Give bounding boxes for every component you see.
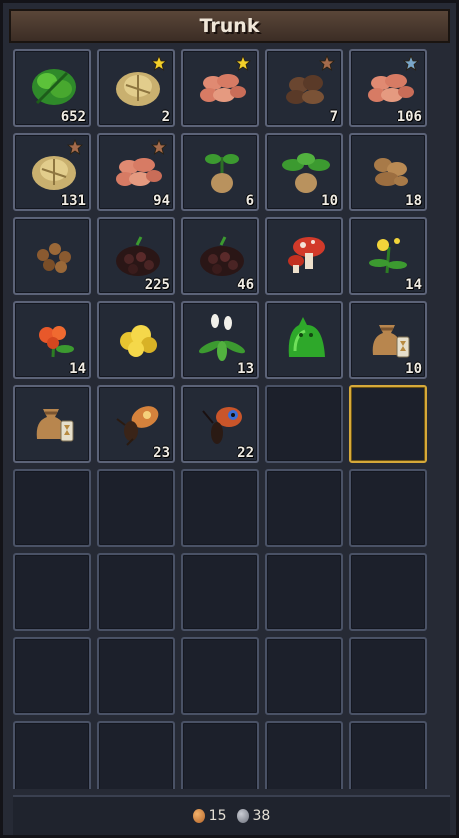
white-flower-plant-icon <box>198 314 246 361</box>
ginger-root-icon <box>374 158 408 186</box>
seed-bag-icon <box>36 409 74 442</box>
inventory-slot[interactable]: 652 <box>13 49 91 127</box>
item-count: 18 <box>405 193 422 209</box>
inventory-slot[interactable] <box>349 721 427 789</box>
inventory-slot[interactable] <box>13 637 91 715</box>
bronze-star-icon <box>151 139 167 155</box>
inventory-slot[interactable] <box>265 217 343 295</box>
inventory-slot[interactable]: 46 <box>181 217 259 295</box>
gold-star-icon <box>151 55 167 71</box>
inventory-slot[interactable]: 18 <box>349 133 427 211</box>
green-slime-icon <box>288 317 325 357</box>
inventory-slot[interactable]: 10 <box>349 301 427 379</box>
item-count: 13 <box>237 361 254 377</box>
mandrake-leafy-icon <box>282 153 330 193</box>
inventory-slot[interactable] <box>265 469 343 547</box>
silver-count: 38 <box>252 808 271 824</box>
inventory-slot[interactable]: 2 <box>97 49 175 127</box>
item-count: 23 <box>153 445 170 461</box>
inventory-slot[interactable] <box>13 385 91 463</box>
inventory-slot[interactable]: 106 <box>349 49 427 127</box>
item-count: 2 <box>161 109 170 125</box>
inventory-slot[interactable] <box>97 721 175 789</box>
item-count: 14 <box>69 361 86 377</box>
blackberries-icon <box>116 236 160 276</box>
inventory-slot[interactable]: 131 <box>13 133 91 211</box>
gold-star-icon <box>235 55 251 71</box>
inventory-slot[interactable] <box>97 301 175 379</box>
inventory-slot[interactable] <box>181 49 259 127</box>
bronze-star-icon <box>319 55 335 71</box>
inventory-slot[interactable] <box>349 553 427 631</box>
inventory-slot[interactable]: 22 <box>181 385 259 463</box>
inventory-grid: 652 2 7 106 131 94 6 10 18 225 46 14 14 … <box>13 49 450 789</box>
gold-nuggets-icon <box>120 325 157 357</box>
inventory-slot[interactable] <box>97 553 175 631</box>
inventory-slot[interactable]: 10 <box>265 133 343 211</box>
inventory-slot[interactable] <box>97 469 175 547</box>
seed-bag-icon <box>372 325 410 358</box>
inventory-slot[interactable] <box>265 385 343 463</box>
item-count: 225 <box>144 277 170 293</box>
green-herb-icon <box>32 69 76 105</box>
inventory-slot[interactable] <box>265 553 343 631</box>
inventory-slot[interactable] <box>265 637 343 715</box>
mandrake-sprout-icon <box>205 154 239 193</box>
yellow-flower-icon <box>369 238 407 274</box>
silver-star-icon <box>403 55 419 71</box>
inventory-slot[interactable]: 23 <box>97 385 175 463</box>
title-bar: Trunk <box>9 9 450 43</box>
inventory-slot[interactable] <box>349 385 427 463</box>
copper-coin-group: 15 <box>192 808 227 824</box>
orange-moth-icon <box>116 406 159 446</box>
inventory-slot[interactable] <box>265 301 343 379</box>
item-count: 14 <box>405 277 422 293</box>
item-count: 10 <box>405 361 422 377</box>
inventory-slot[interactable] <box>13 217 91 295</box>
inventory-slot[interactable] <box>13 469 91 547</box>
inventory-slot[interactable]: 94 <box>97 133 175 211</box>
item-count: 7 <box>329 109 338 125</box>
inventory-slot[interactable]: 7 <box>265 49 343 127</box>
inventory-slot[interactable] <box>181 469 259 547</box>
currency-bar: 15 38 <box>13 795 450 835</box>
orange-flower-icon <box>39 326 74 358</box>
inventory-slot[interactable] <box>13 721 91 789</box>
inventory-slot[interactable]: 14 <box>13 301 91 379</box>
inventory-slot[interactable] <box>349 469 427 547</box>
item-count: 131 <box>60 193 86 209</box>
peacock-butterfly-icon <box>202 407 242 444</box>
item-count: 6 <box>245 193 254 209</box>
item-count: 652 <box>60 109 86 125</box>
inventory-slot[interactable] <box>181 721 259 789</box>
item-count: 46 <box>237 277 254 293</box>
inventory-slot[interactable] <box>181 637 259 715</box>
copper-count: 15 <box>208 808 227 824</box>
bronze-star-icon <box>67 139 83 155</box>
inventory-slot[interactable]: 225 <box>97 217 175 295</box>
window-title: Trunk <box>199 15 260 37</box>
inventory-slot[interactable]: 14 <box>349 217 427 295</box>
item-count: 22 <box>237 445 254 461</box>
inventory-slot[interactable] <box>97 637 175 715</box>
trunk-window: Trunk 652 2 7 106 131 94 6 10 18 225 46 … <box>0 0 459 838</box>
inventory-slot[interactable] <box>265 721 343 789</box>
copper-coin-icon <box>192 809 205 823</box>
item-count: 94 <box>153 193 170 209</box>
item-count: 10 <box>321 193 338 209</box>
inventory-slot[interactable] <box>13 553 91 631</box>
inventory-slot[interactable] <box>349 637 427 715</box>
inventory-slot[interactable]: 13 <box>181 301 259 379</box>
blackberries-icon <box>200 236 244 276</box>
item-count: 106 <box>396 109 422 125</box>
silver-coin-icon <box>236 809 249 823</box>
inventory-slot[interactable] <box>181 553 259 631</box>
silver-coin-group: 38 <box>236 808 271 824</box>
hazelnuts-icon <box>37 243 71 273</box>
inventory-slot[interactable]: 6 <box>181 133 259 211</box>
red-mushroom-icon <box>288 237 325 273</box>
